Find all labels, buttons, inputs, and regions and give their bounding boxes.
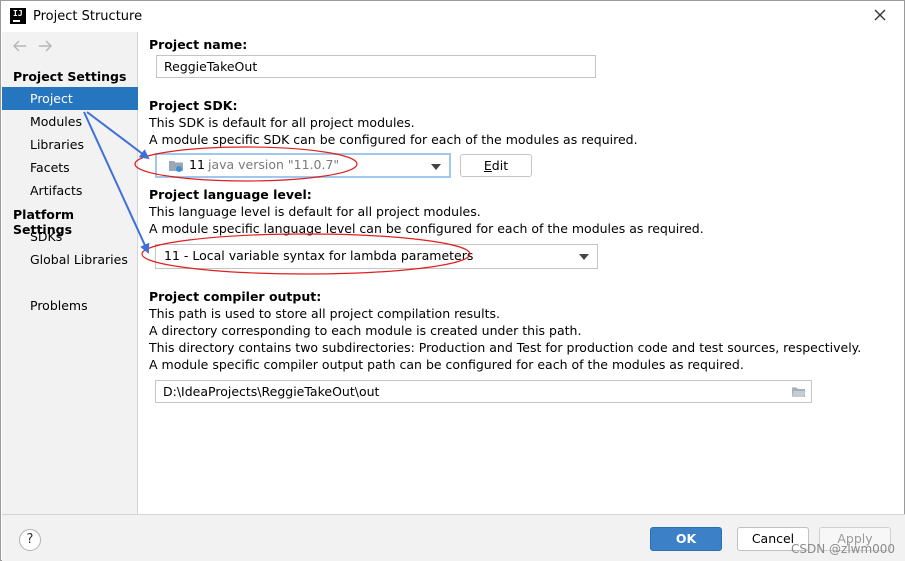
sidebar-item-global-libraries[interactable]: Global Libraries [2, 248, 138, 271]
sidebar-item-project[interactable]: Project [2, 87, 138, 110]
chevron-down-icon [579, 254, 589, 260]
window-title: Project Structure [33, 9, 143, 24]
sidebar-item-problems[interactable]: Problems [2, 294, 138, 317]
project-sdk-desc-1: This SDK is default for all project modu… [149, 115, 415, 130]
language-level-label: Project language level: [149, 187, 312, 202]
project-settings-title: Project Settings [13, 69, 127, 84]
sidebar-item-facets[interactable]: Facets [2, 156, 138, 179]
compiler-output-input[interactable]: D:\IdeaProjects\ReggieTakeOut\out [155, 380, 812, 403]
edit-sdk-button[interactable]: Edit [460, 154, 532, 177]
language-level-dropdown[interactable]: 11 - Local variable syntax for lambda pa… [155, 244, 598, 269]
compiler-output-desc-4: A module specific compiler output path c… [149, 357, 744, 372]
project-sdk-label: Project SDK: [149, 98, 238, 113]
project-sdk-desc-2: A module specific SDK can be configured … [149, 132, 638, 147]
sdk-folder-icon [169, 161, 183, 172]
ok-button[interactable]: OK [650, 527, 722, 551]
project-name-input[interactable]: ReggieTakeOut [156, 55, 596, 78]
compiler-output-desc-1: This path is used to store all project c… [149, 306, 500, 321]
navigation-arrows [12, 38, 72, 54]
close-icon[interactable] [872, 7, 888, 23]
csdn-watermark: CSDN @zlwm000 [791, 542, 896, 556]
dialog-footer: ? OK Cancel Apply CSDN @zlwm000 [2, 514, 905, 561]
language-level-desc-2: A module specific language level can be … [149, 221, 704, 236]
project-name-label: Project name: [149, 37, 248, 52]
sdk-name: 11 [189, 157, 205, 172]
sidebar-item-libraries[interactable]: Libraries [2, 133, 138, 156]
project-sdk-dropdown[interactable]: 11 java version "11.0.7" [155, 153, 451, 178]
forward-arrow-icon[interactable] [37, 38, 53, 54]
project-structure-dialog: IJ Project Structure Project Settings Pr… [0, 0, 905, 561]
sidebar-item-artifacts[interactable]: Artifacts [2, 179, 138, 202]
chevron-down-icon [431, 164, 441, 170]
browse-folder-icon[interactable] [791, 386, 806, 398]
back-arrow-icon[interactable] [12, 38, 28, 54]
sidebar-item-modules[interactable]: Modules [2, 110, 138, 133]
intellij-icon: IJ [10, 8, 26, 24]
sidebar-item-sdks[interactable]: SDKs [2, 225, 138, 248]
edit-button-label: Edit [483, 158, 509, 173]
settings-sidebar: Project Settings Project Modules Librari… [2, 32, 138, 514]
title-bar: IJ Project Structure [1, 1, 904, 32]
compiler-output-desc-2: A directory corresponding to each module… [149, 323, 582, 338]
sdk-version: java version "11.0.7" [208, 157, 340, 172]
compiler-output-value: D:\IdeaProjects\ReggieTakeOut\out [163, 384, 380, 399]
compiler-output-desc-3: This directory contains two subdirectori… [149, 340, 862, 355]
compiler-output-label: Project compiler output: [149, 289, 322, 304]
help-button[interactable]: ? [19, 529, 41, 551]
language-level-desc-1: This language level is default for all p… [149, 204, 481, 219]
language-level-value: 11 - Local variable syntax for lambda pa… [164, 248, 474, 263]
